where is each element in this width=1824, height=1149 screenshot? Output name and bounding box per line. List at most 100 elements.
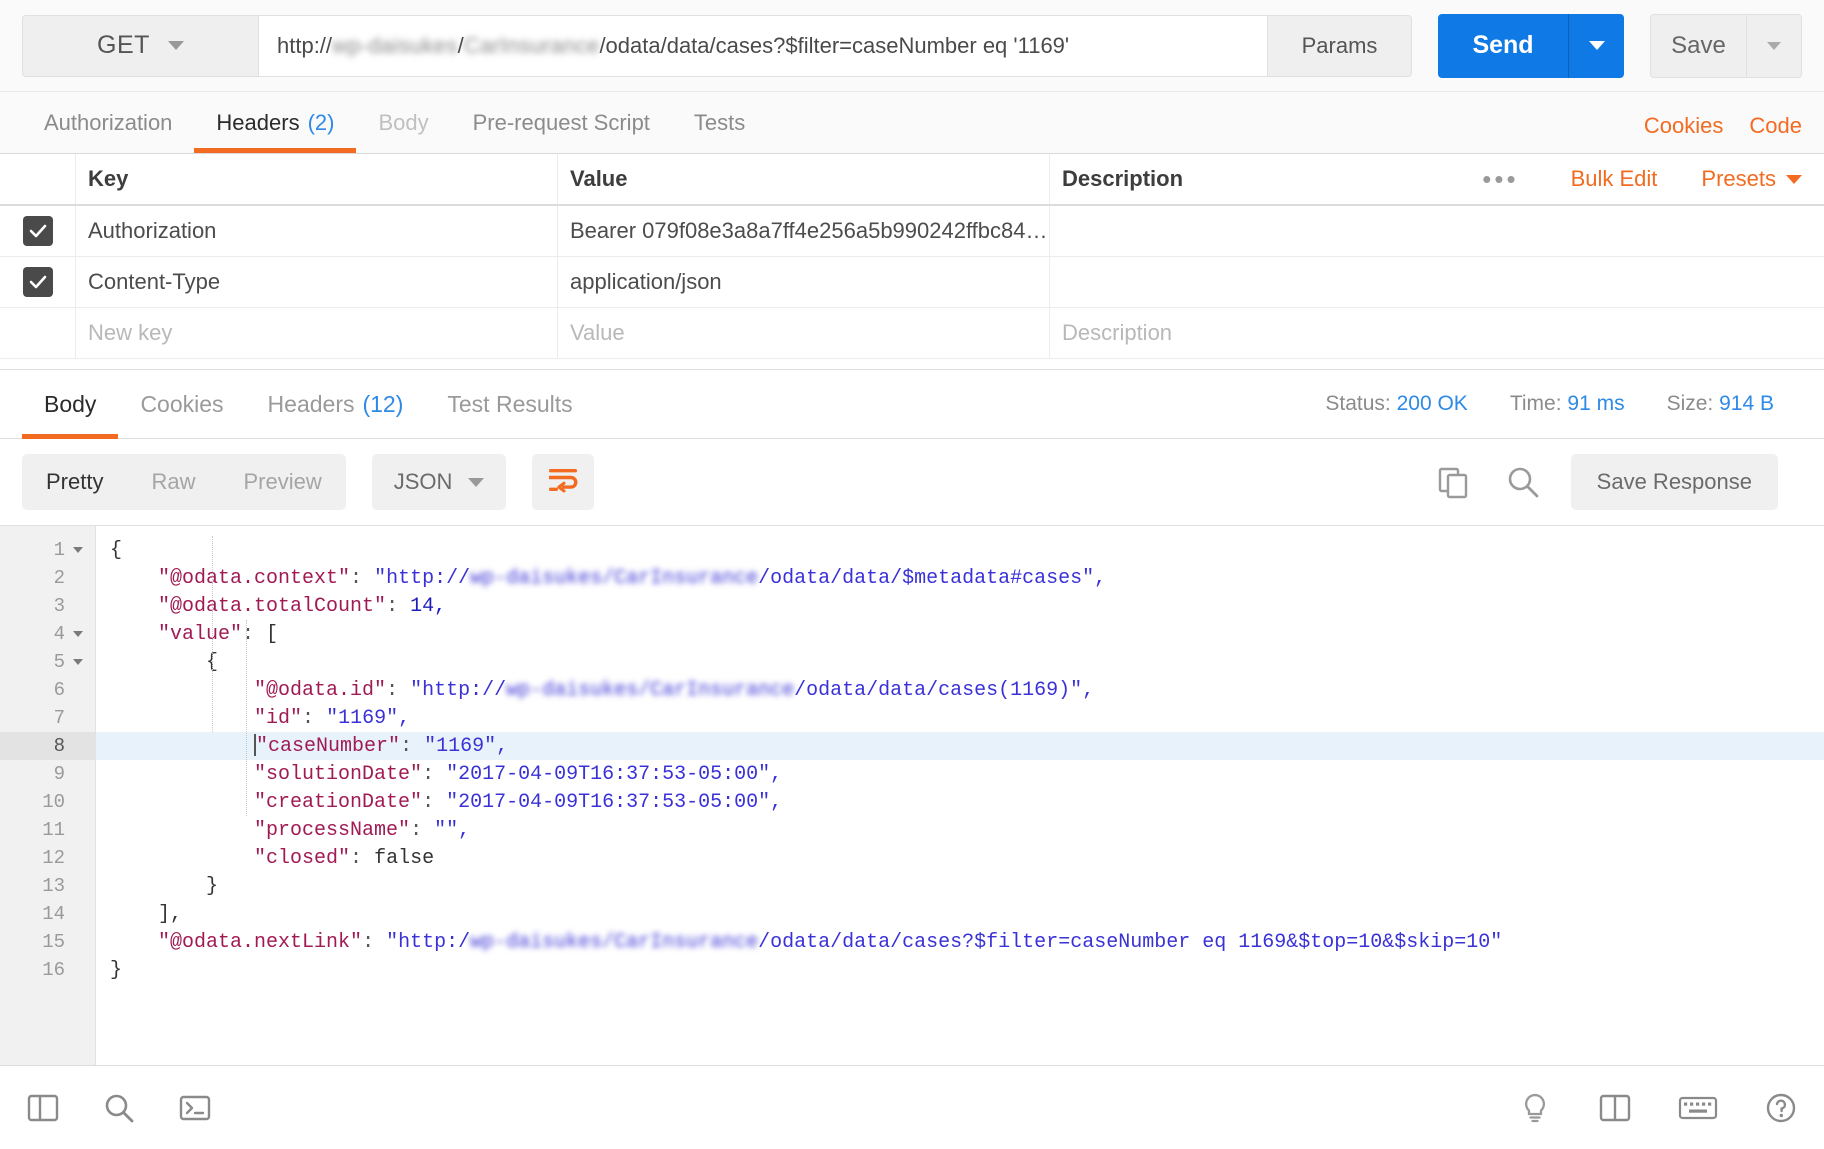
tab-count-badge: (2) <box>307 109 335 135</box>
line-number[interactable]: 13 <box>0 872 95 900</box>
bottom-left-actions <box>26 1091 212 1125</box>
code-line: "value": [ <box>158 622 279 646</box>
search-icon[interactable] <box>1501 460 1545 504</box>
view-mode-pretty[interactable]: Pretty <box>22 454 127 510</box>
header-description-input[interactable] <box>1050 257 1824 307</box>
chevron-down-icon <box>1588 41 1605 50</box>
line-number[interactable]: 9 <box>0 760 95 788</box>
fold-arrow-icon[interactable] <box>73 547 83 553</box>
header-key-input[interactable]: Authorization <box>76 206 558 256</box>
two-pane-layout-icon[interactable] <box>1598 1091 1632 1125</box>
line-number[interactable]: 11 <box>0 816 95 844</box>
view-mode-raw[interactable]: Raw <box>127 454 219 510</box>
response-tab-test-results[interactable]: Test Results <box>425 370 594 439</box>
line-number[interactable]: 16 <box>0 956 95 984</box>
line-number-current[interactable]: 8 <box>0 732 95 760</box>
line-number[interactable]: 10 <box>0 788 95 816</box>
tab-label: Body <box>44 390 97 417</box>
send-button[interactable]: Send <box>1438 13 1568 78</box>
status-label: Status: <box>1325 392 1391 415</box>
line-number[interactable]: 5 <box>0 648 95 676</box>
response-body-actions: Save Response <box>1431 454 1802 510</box>
sidebar-toggle-icon[interactable] <box>26 1091 60 1125</box>
column-key: Key <box>76 154 558 204</box>
response-body-code-viewer[interactable]: 1 2 3 4 5 6 7 8 9 10 11 12 13 14 15 16 {… <box>0 525 1824 1065</box>
presets-label: Presets <box>1701 166 1776 191</box>
save-response-button[interactable]: Save Response <box>1570 454 1778 510</box>
table-row: Authorization Bearer 079f08e3a8a7ff4e256… <box>0 206 1824 257</box>
request-tabs-bar: Authorization Headers (2) Body Pre-reque… <box>0 92 1824 154</box>
header-enabled-checkbox[interactable] <box>22 216 53 246</box>
time-label: Time: <box>1509 392 1562 415</box>
tab-authorization[interactable]: Authorization <box>22 92 194 153</box>
size-label: Size: <box>1666 392 1714 415</box>
view-mode-preview[interactable]: Preview <box>219 454 345 510</box>
tab-label: Body <box>378 109 429 135</box>
help-icon[interactable] <box>1764 1091 1798 1125</box>
save-button[interactable]: Save <box>1650 13 1746 78</box>
tab-label: Pre-request Script <box>472 109 650 135</box>
line-number[interactable]: 14 <box>0 900 95 928</box>
header-value-input[interactable]: application/json <box>558 257 1050 307</box>
fold-arrow-icon[interactable] <box>73 659 83 665</box>
header-value-input[interactable]: Bearer 079f08e3a8a7ff4e256a5b990242ffbc8… <box>558 206 1050 256</box>
body-format-selector[interactable]: JSON <box>371 454 507 510</box>
header-enabled-checkbox[interactable] <box>22 267 53 297</box>
line-number[interactable]: 4 <box>0 620 95 648</box>
line-number[interactable]: 12 <box>0 844 95 872</box>
header-key-input[interactable]: Content-Type <box>76 257 558 307</box>
code-line: "processName": "", <box>254 818 471 842</box>
fold-arrow-icon[interactable] <box>73 631 83 637</box>
tab-headers[interactable]: Headers (2) <box>194 92 357 153</box>
line-number[interactable]: 1 <box>0 536 95 564</box>
new-header-description-input[interactable]: Description <box>1050 308 1824 358</box>
code-line: "@odata.nextLink": "http:/wp-daisukes/Ca… <box>158 930 1503 954</box>
status-value: 200 OK <box>1396 392 1468 415</box>
code-line: } <box>110 958 123 982</box>
new-header-key-input[interactable]: New key <box>76 308 558 358</box>
code-line: "closed": false <box>254 846 435 870</box>
find-search-icon[interactable] <box>102 1091 136 1125</box>
copy-icon[interactable] <box>1431 460 1475 504</box>
indent-guide <box>212 536 213 732</box>
bulk-edit-button[interactable]: Bulk Edit <box>1549 166 1680 192</box>
cookies-link[interactable]: Cookies <box>1644 113 1723 139</box>
code-link[interactable]: Code <box>1749 113 1802 139</box>
line-number[interactable]: 6 <box>0 676 95 704</box>
response-tab-cookies[interactable]: Cookies <box>118 370 245 439</box>
response-tab-body[interactable]: Body <box>22 370 119 439</box>
column-description: Description <box>1062 166 1184 191</box>
keyboard-icon[interactable] <box>1678 1093 1718 1123</box>
save-options-button[interactable] <box>1746 13 1802 78</box>
console-icon[interactable] <box>178 1091 212 1125</box>
code-line-current: "caseNumber": "1169", <box>96 732 1824 760</box>
url-scheme: http:// <box>277 32 333 58</box>
response-tab-headers[interactable]: Headers (12) <box>246 370 426 439</box>
line-number-gutter: 1 2 3 4 5 6 7 8 9 10 11 12 13 14 15 16 <box>0 526 96 1065</box>
code-content[interactable]: { "@odata.context": "http://wp-daisukes/… <box>96 526 1824 1065</box>
tab-pre-request-script[interactable]: Pre-request Script <box>451 92 672 153</box>
more-options-icon[interactable]: ••• <box>1452 164 1548 195</box>
line-number[interactable]: 2 <box>0 564 95 592</box>
http-method-selector[interactable]: GET <box>22 14 258 77</box>
line-number[interactable]: 15 <box>0 928 95 956</box>
request-url-input[interactable]: http://wp-daisukes / CarInsurance/odata/da… <box>258 14 1268 77</box>
params-button[interactable]: Params <box>1268 14 1412 77</box>
header-select-all-cell <box>0 154 76 204</box>
line-number[interactable]: 7 <box>0 704 95 732</box>
tab-label: Test Results <box>447 390 573 417</box>
tab-body[interactable]: Body <box>356 92 450 153</box>
save-button-group: Save <box>1650 13 1802 78</box>
lightbulb-icon[interactable] <box>1518 1091 1552 1125</box>
tab-label: Headers <box>216 109 300 135</box>
header-description-input[interactable] <box>1050 206 1824 256</box>
presets-button[interactable]: Presets <box>1679 166 1802 192</box>
time-value: 91 ms <box>1567 392 1625 415</box>
tab-label: Headers <box>267 390 355 417</box>
line-number[interactable]: 3 <box>0 592 95 620</box>
word-wrap-toggle[interactable] <box>532 454 595 510</box>
send-options-button[interactable] <box>1568 13 1624 78</box>
new-header-value-input[interactable]: Value <box>558 308 1050 358</box>
request-links: Cookies Code <box>1644 113 1802 153</box>
tab-tests[interactable]: Tests <box>672 92 767 153</box>
